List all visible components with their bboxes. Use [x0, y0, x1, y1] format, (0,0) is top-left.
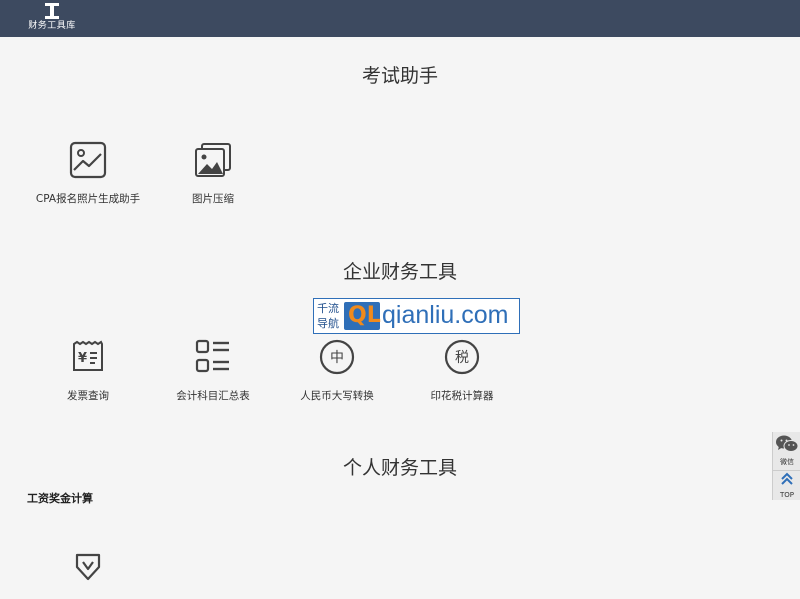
watermark-ql-badge: QL [344, 302, 381, 330]
zhong-glyph: 中 [330, 350, 344, 366]
shield-down-icon [75, 553, 101, 581]
image-stack-icon [195, 143, 231, 177]
list-grid-icon [195, 339, 229, 373]
section-title-personal: 个人财务工具 [342, 457, 457, 479]
tax-circle-icon: 税 [444, 339, 480, 375]
logo-text: 财务工具库 [28, 21, 76, 31]
side-float-widget: 微信 TOP [772, 432, 800, 500]
tool-rmb-uppercase[interactable]: 中 人民币大写转换 [277, 337, 397, 403]
watermark-url: qianliu.com [382, 301, 509, 329]
tool-invoice-query[interactable]: ¥ 发票查询 [28, 337, 148, 403]
section-title-enterprise: 企业财务工具 [342, 261, 457, 283]
tool-label: 印花税计算器 [430, 390, 494, 402]
sub-title-salary-bonus: 工资奖金计算 [27, 492, 93, 505]
wechat-icon [776, 435, 799, 452]
tool-label: 人民币大写转换 [300, 390, 374, 402]
photo-frame-icon [69, 141, 107, 179]
back-to-top-button[interactable]: TOP [773, 470, 800, 499]
tool-salary-bonus[interactable] [28, 547, 148, 587]
wechat-label: 微信 [780, 458, 794, 466]
tool-account-summary[interactable]: 会计科目汇总表 [153, 337, 273, 403]
top-label: TOP [779, 491, 794, 499]
tax-glyph: 税 [455, 350, 469, 366]
zhong-circle-icon: 中 [319, 339, 355, 375]
watermark-ql: QL [348, 303, 381, 328]
watermark-cn: 千流导航 [317, 302, 339, 330]
top-navbar: 财务工具库 [0, 0, 800, 37]
qianliu-watermark[interactable]: 千流导航 QL qianliu.com [313, 298, 520, 334]
chevron-up-icon [781, 472, 793, 485]
logo-mark-icon [45, 3, 59, 19]
tool-cpa-photo[interactable]: CPA报名照片生成助手 [28, 140, 148, 206]
invoice-icon: ¥ [73, 340, 103, 371]
tool-label: 图片压缩 [192, 193, 234, 205]
tool-label: 发票查询 [67, 390, 109, 402]
invoice-yen-glyph: ¥ [78, 351, 87, 366]
tool-label: CPA报名照片生成助手 [35, 193, 141, 205]
tool-image-compress[interactable]: 图片压缩 [153, 140, 273, 206]
tool-label: 会计科目汇总表 [176, 390, 250, 402]
tool-stamp-tax[interactable]: 税 印花税计算器 [402, 337, 522, 403]
wechat-button[interactable]: 微信 [773, 434, 800, 466]
section-title-exam: 考试助手 [361, 65, 438, 87]
site-logo[interactable]: 财务工具库 [24, 2, 80, 36]
